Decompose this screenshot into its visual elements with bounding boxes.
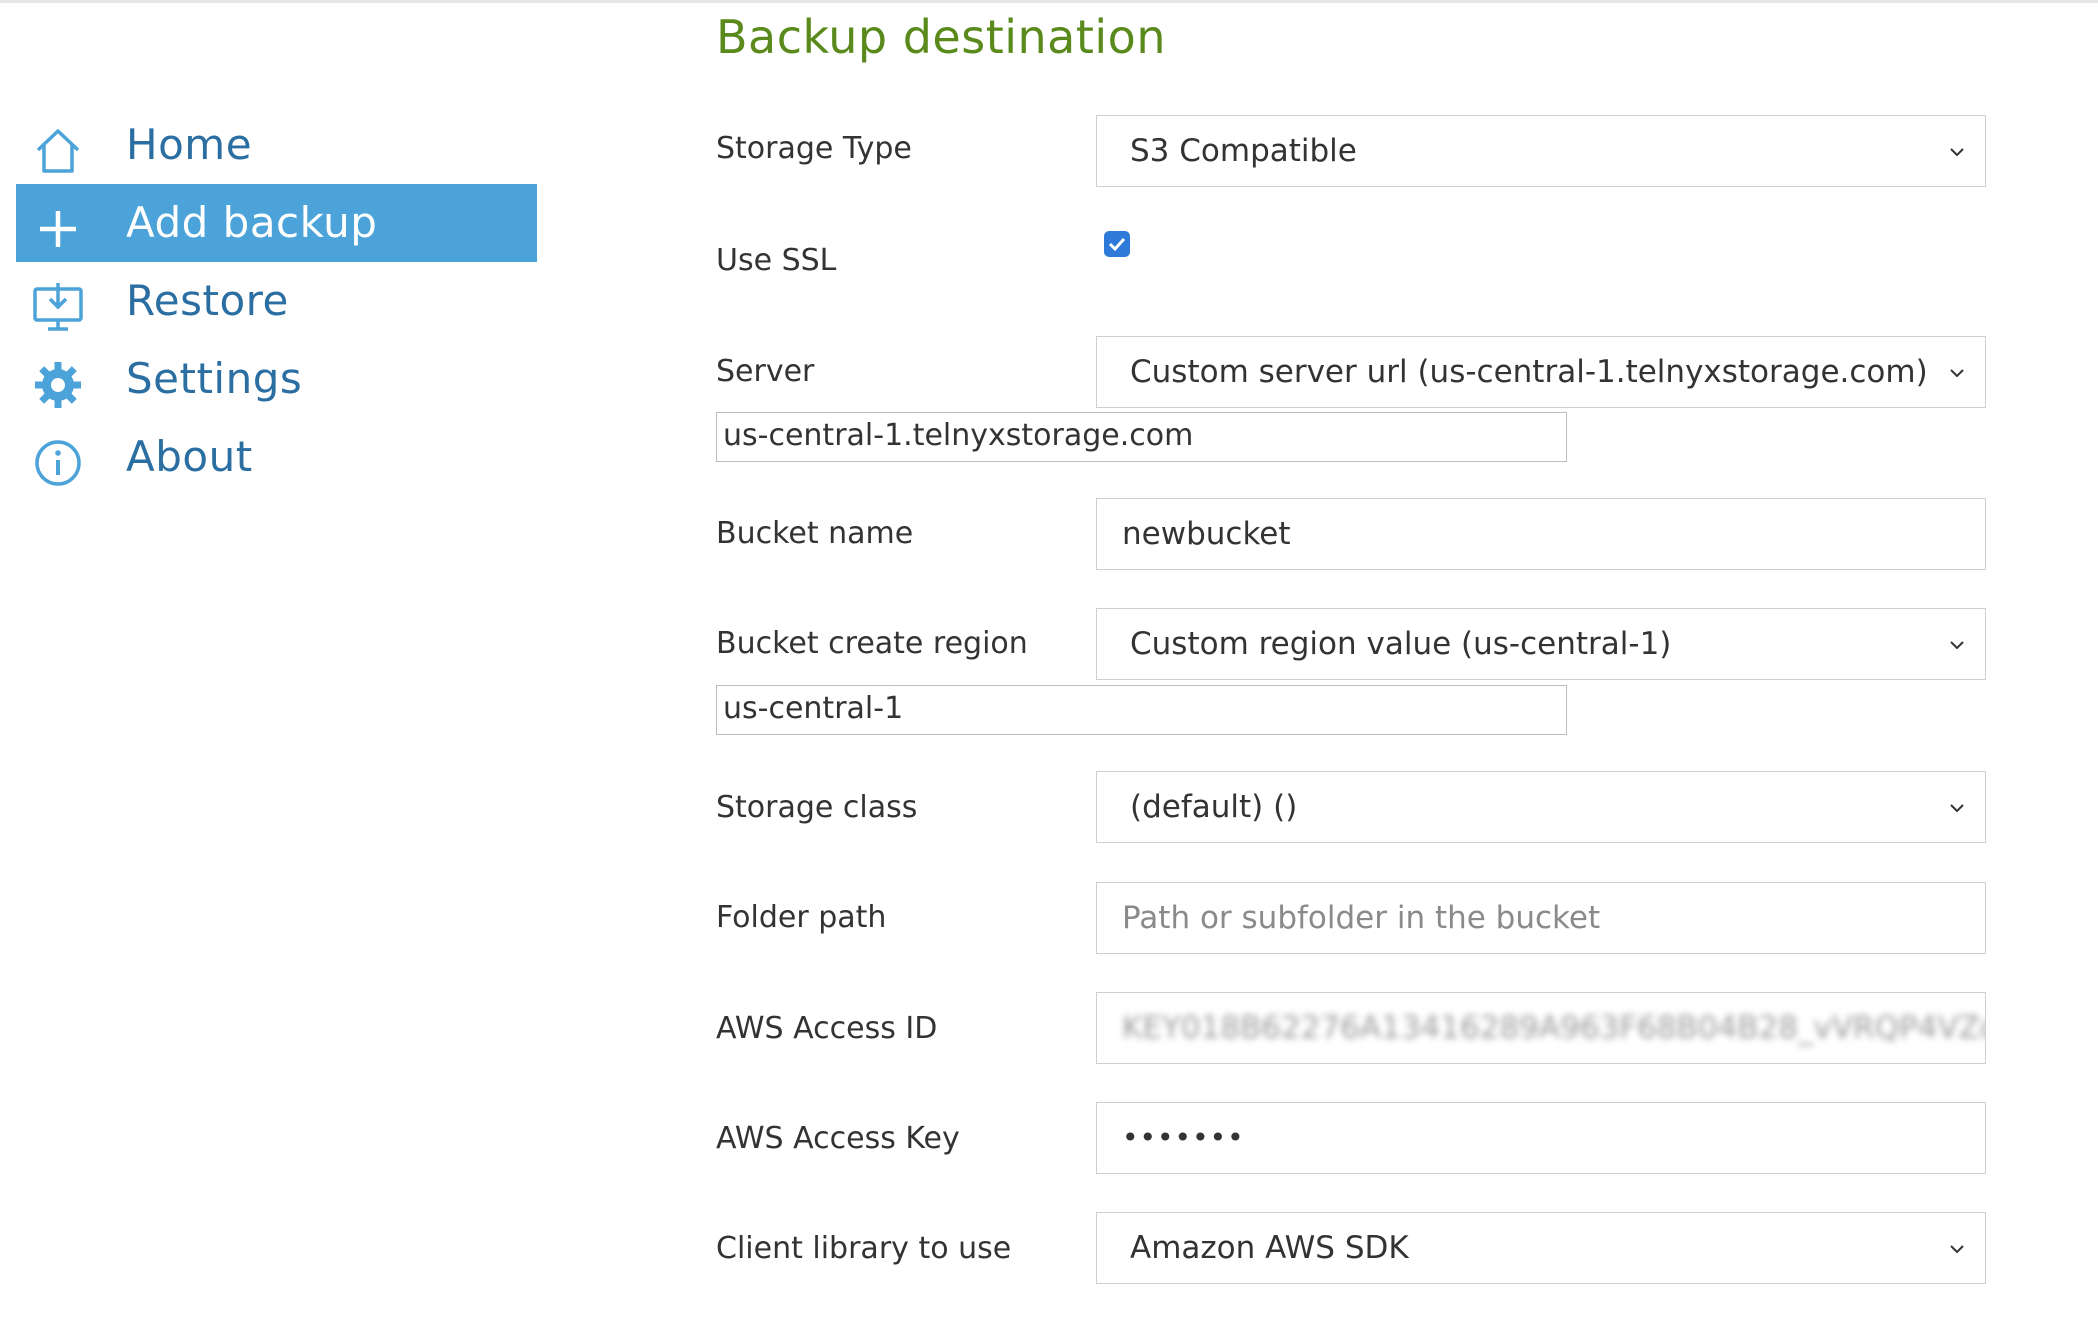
client-library-label: Client library to use [716,1231,1012,1266]
storage-type-label: Storage Type [716,131,912,166]
restore-icon [32,281,84,333]
use-ssl-checkbox[interactable] [1104,231,1130,257]
sidebar-nav: Home Add backup Restore Settings About [16,106,537,496]
bucket-name-label: Bucket name [716,516,914,551]
sidebar-item-settings[interactable]: Settings [16,340,537,418]
bucket-region-select[interactable]: Custom region value (us-central-1) [1096,608,1986,680]
storage-type-value: S3 Compatible [1130,133,1357,169]
top-divider [0,0,2098,3]
storage-class-select[interactable]: (default) () [1096,771,1986,843]
aws-access-id-input[interactable]: KEY018B62276A13416289A963F68B04B28_vVRQP… [1096,992,1986,1064]
aws-access-id-value: KEY018B62276A13416289A963F68B04B28_vVRQP… [1122,1010,1986,1046]
sidebar-item-about[interactable]: About [16,418,537,496]
sidebar-item-add-backup[interactable]: Add backup [16,184,537,262]
check-icon [1108,237,1126,252]
chevron-down-icon [1950,369,1964,378]
storage-class-value: (default) () [1130,789,1298,825]
bucket-region-label: Bucket create region [716,626,1028,661]
plus-icon [32,203,84,255]
chevron-down-icon [1950,148,1964,157]
sidebar-item-label: Restore [126,276,289,325]
sidebar-item-label: Settings [126,354,303,403]
folder-path-label: Folder path [716,900,887,935]
custom-server-url-input[interactable]: us-central-1.telnyxstorage.com [716,412,1567,462]
sidebar-item-label: Home [126,120,253,169]
aws-access-key-label: AWS Access Key [716,1121,960,1156]
home-icon [32,125,84,177]
storage-type-select[interactable]: S3 Compatible [1096,115,1986,187]
server-label: Server [716,354,815,389]
bucket-name-input[interactable]: newbucket [1096,498,1986,570]
folder-path-input[interactable]: Path or subfolder in the bucket [1096,882,1986,954]
use-ssl-label: Use SSL [716,243,837,278]
aws-access-key-input[interactable]: ••••••• [1096,1102,1986,1174]
info-icon [32,437,84,489]
sidebar-item-home[interactable]: Home [16,106,537,184]
aws-access-id-label: AWS Access ID [716,1011,938,1046]
server-value: Custom server url (us-central-1.telnyxst… [1130,354,1928,390]
gear-icon [32,359,84,411]
chevron-down-icon [1950,641,1964,650]
sidebar-item-restore[interactable]: Restore [16,262,537,340]
custom-region-input[interactable]: us-central-1 [716,685,1567,735]
chevron-down-icon [1950,1245,1964,1254]
client-library-value: Amazon AWS SDK [1130,1230,1409,1266]
sidebar-item-label: Add backup [126,198,378,247]
chevron-down-icon [1950,804,1964,813]
bucket-region-value: Custom region value (us-central-1) [1130,626,1672,662]
server-select[interactable]: Custom server url (us-central-1.telnyxst… [1096,336,1986,408]
client-library-select[interactable]: Amazon AWS SDK [1096,1212,1986,1284]
page-title: Backup destination [716,10,1166,64]
storage-class-label: Storage class [716,790,918,825]
sidebar-item-label: About [126,432,253,481]
